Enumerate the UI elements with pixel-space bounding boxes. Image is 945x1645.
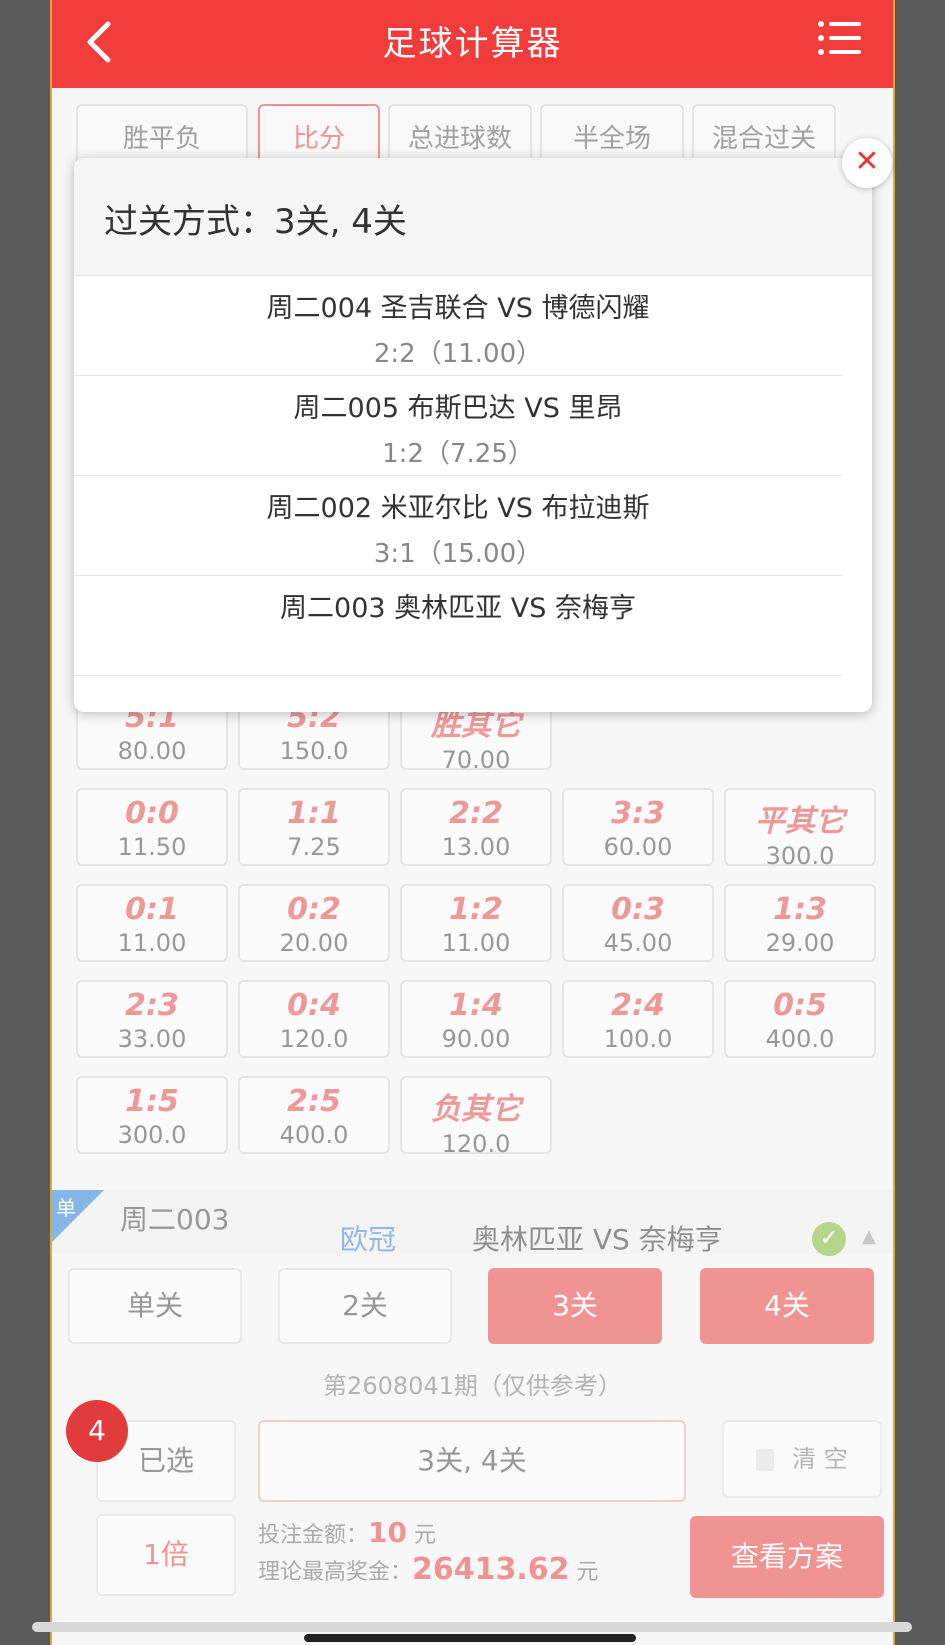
modal-header: 过关方式：3关, 4关 [74,158,872,276]
modal-match-pick: 2:2（11.00） [373,339,543,369]
modal-match-list: 周二004 圣吉联合 VS 博德闪耀 2:2（11.00） 周二005 布斯巴达… [74,276,872,676]
modal-title: 过关方式：3关, 4关 [104,202,407,242]
modal-match-teams: 周二004 圣吉联合 VS 博德闪耀 [266,293,650,324]
menu-list-icon[interactable] [817,18,863,58]
modal-match-item: 周二002 米亚尔比 VS 布拉迪斯 3:1（15.00） [74,476,842,576]
modal-match-item: 周二003 奥林匹亚 VS 奈梅亨 [74,576,842,676]
close-icon[interactable]: ✕ [842,138,892,188]
modal-match-pick: 3:1（15.00） [373,539,543,569]
home-indicator[interactable] [304,1634,636,1642]
left-background [0,0,50,1645]
pass-detail-modal: 过关方式：3关, 4关 周二004 圣吉联合 VS 博德闪耀 2:2（11.00… [74,158,872,712]
app-header: 足球计算器 [52,0,893,88]
modal-match-teams: 周二002 米亚尔比 VS 布拉迪斯 [266,493,650,524]
modal-match-teams: 周二003 奥林匹亚 VS 奈梅亨 [280,593,636,624]
modal-match-teams: 周二005 布斯巴达 VS 里昂 [293,393,623,424]
bottom-bar [32,1622,912,1632]
modal-match-pick: 1:2（7.25） [382,439,534,469]
modal-match-item: 周二004 圣吉联合 VS 博德闪耀 2:2（11.00） [74,276,842,376]
selected-count-badge: 4 [66,1400,128,1462]
page-title: 足球计算器 [382,24,563,64]
modal-match-item: 周二005 布斯巴达 VS 里昂 1:2（7.25） [74,376,842,476]
